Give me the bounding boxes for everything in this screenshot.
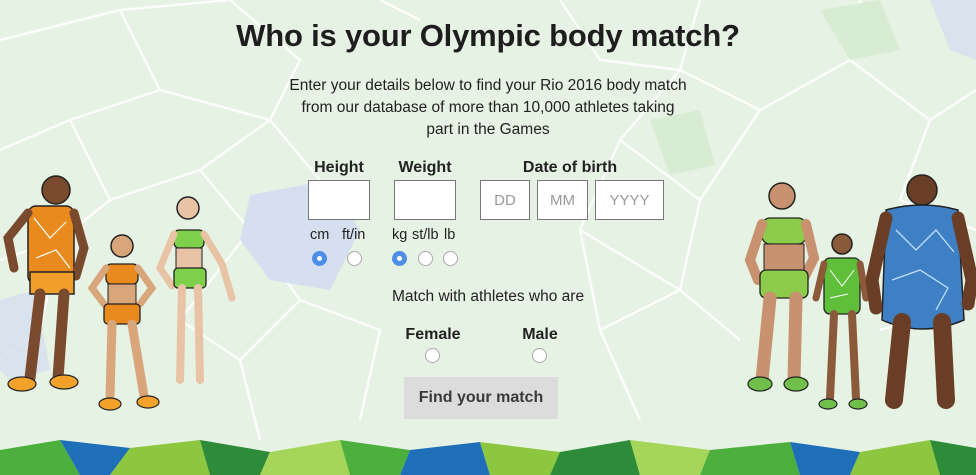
height-unit-ftin-label: ft/in [342,227,366,243]
height-label: Height [314,159,364,176]
dob-day-input[interactable] [480,180,530,220]
weight-unit-lb-radio[interactable] [443,251,458,266]
weight-unit-stlb-label: st/lb [412,227,439,243]
athlete-male-orange [3,175,89,392]
match-prompt: Match with athletes who are [391,288,585,305]
weight-unit-stlb-radio[interactable] [418,251,433,266]
athlete-female-green-large [744,182,820,392]
weight-unit-lb-label: lb [444,227,456,243]
weight-unit-kg-radio[interactable] [392,251,407,266]
find-match-button[interactable]: Find your match [404,377,558,419]
height-unit-cm-radio[interactable] [312,251,327,266]
dob-label: Date of birth [522,159,618,176]
weight-input[interactable] [394,180,456,220]
weight-label: Weight [398,159,452,176]
intro-text: Enter your details below to find your Ri… [289,77,687,138]
gender-male-radio[interactable] [532,348,547,363]
dob-year-input[interactable] [595,180,664,220]
gender-female-radio[interactable] [425,348,440,363]
athlete-male-blue [865,174,976,409]
height-unit-cm-label: cm [310,227,330,243]
gender-female-label: Female [405,326,461,343]
dob-month-input[interactable] [537,180,588,220]
page-title: Who is your Olympic body match? [236,18,740,53]
athlete-illustrations-left [3,175,236,411]
height-input[interactable] [308,180,370,220]
height-unit-ftin-radio[interactable] [347,251,362,266]
athlete-illustrations-right [744,174,976,410]
weight-unit-kg-label: kg [392,227,408,243]
athlete-female-green [156,196,236,384]
gender-male-label: Male [522,326,558,343]
athlete-male-green [812,233,870,410]
athlete-female-orange [87,234,160,411]
